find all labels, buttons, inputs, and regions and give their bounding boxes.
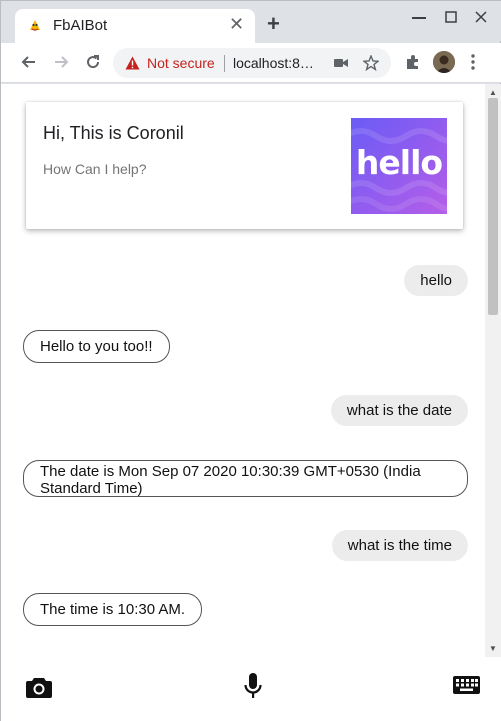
browser-window: FbAIBot ✕ + Not secure localhost:8… Hi, … [0,0,501,721]
minimize-icon[interactable] [412,17,426,19]
microphone-icon[interactable] [244,673,262,700]
forward-arrow-icon[interactable] [51,52,71,72]
new-tab-button[interactable]: + [267,13,280,35]
keyboard-icon[interactable] [453,676,480,694]
close-icon[interactable] [475,11,487,23]
user-message: what is the date [330,395,468,426]
divider [224,55,225,72]
card-title: Hi, This is Coronil [43,123,184,143]
bot-favicon-icon [30,20,40,31]
back-arrow-icon[interactable] [19,52,39,72]
security-label[interactable]: Not secure [147,55,215,71]
warning-icon [125,56,140,70]
bookmark-star-icon[interactable] [363,55,379,71]
chat-viewport[interactable]: Hi, This is Coronil How Can I help? hell… [1,84,485,657]
scroll-thumb[interactable] [488,98,498,315]
tab-title: FbAIBot [53,17,108,34]
address-bar[interactable]: Not secure localhost:8… [113,48,391,78]
hello-image-text: hello [355,143,443,182]
user-message: hello [404,265,468,296]
tab-strip: FbAIBot ✕ + [1,1,501,43]
extensions-puzzle-icon[interactable] [405,54,421,70]
bot-message: Hello to you too!! [23,330,170,363]
scroll-down-arrow-icon[interactable]: ▼ [489,644,497,653]
avatar-image [433,51,455,73]
url-text[interactable]: localhost:8… [233,55,314,71]
bot-message: The date is Mon Sep 07 2020 10:30:39 GMT… [23,460,468,497]
scrollbar[interactable]: ▲ ▼ [485,84,501,657]
profile-avatar[interactable] [433,51,455,73]
hello-image: hello [351,118,447,214]
browser-menu-icon[interactable] [471,54,475,70]
tab-fbaibot[interactable]: FbAIBot ✕ [15,9,255,43]
welcome-card: Hi, This is Coronil How Can I help? hell… [26,102,463,229]
user-message: what is the time [331,530,468,561]
bot-message: The time is 10:30 AM. [23,593,203,626]
scroll-up-arrow-icon[interactable]: ▲ [489,88,497,97]
input-bar [1,657,501,721]
camera-icon[interactable] [26,676,52,698]
reload-icon[interactable] [83,52,103,72]
maximize-icon[interactable] [445,11,457,23]
browser-toolbar: Not secure localhost:8… [1,43,501,83]
tab-close-icon[interactable]: ✕ [229,15,244,33]
camera-in-use-icon[interactable] [334,57,348,69]
card-subtitle: How Can I help? [43,161,147,177]
